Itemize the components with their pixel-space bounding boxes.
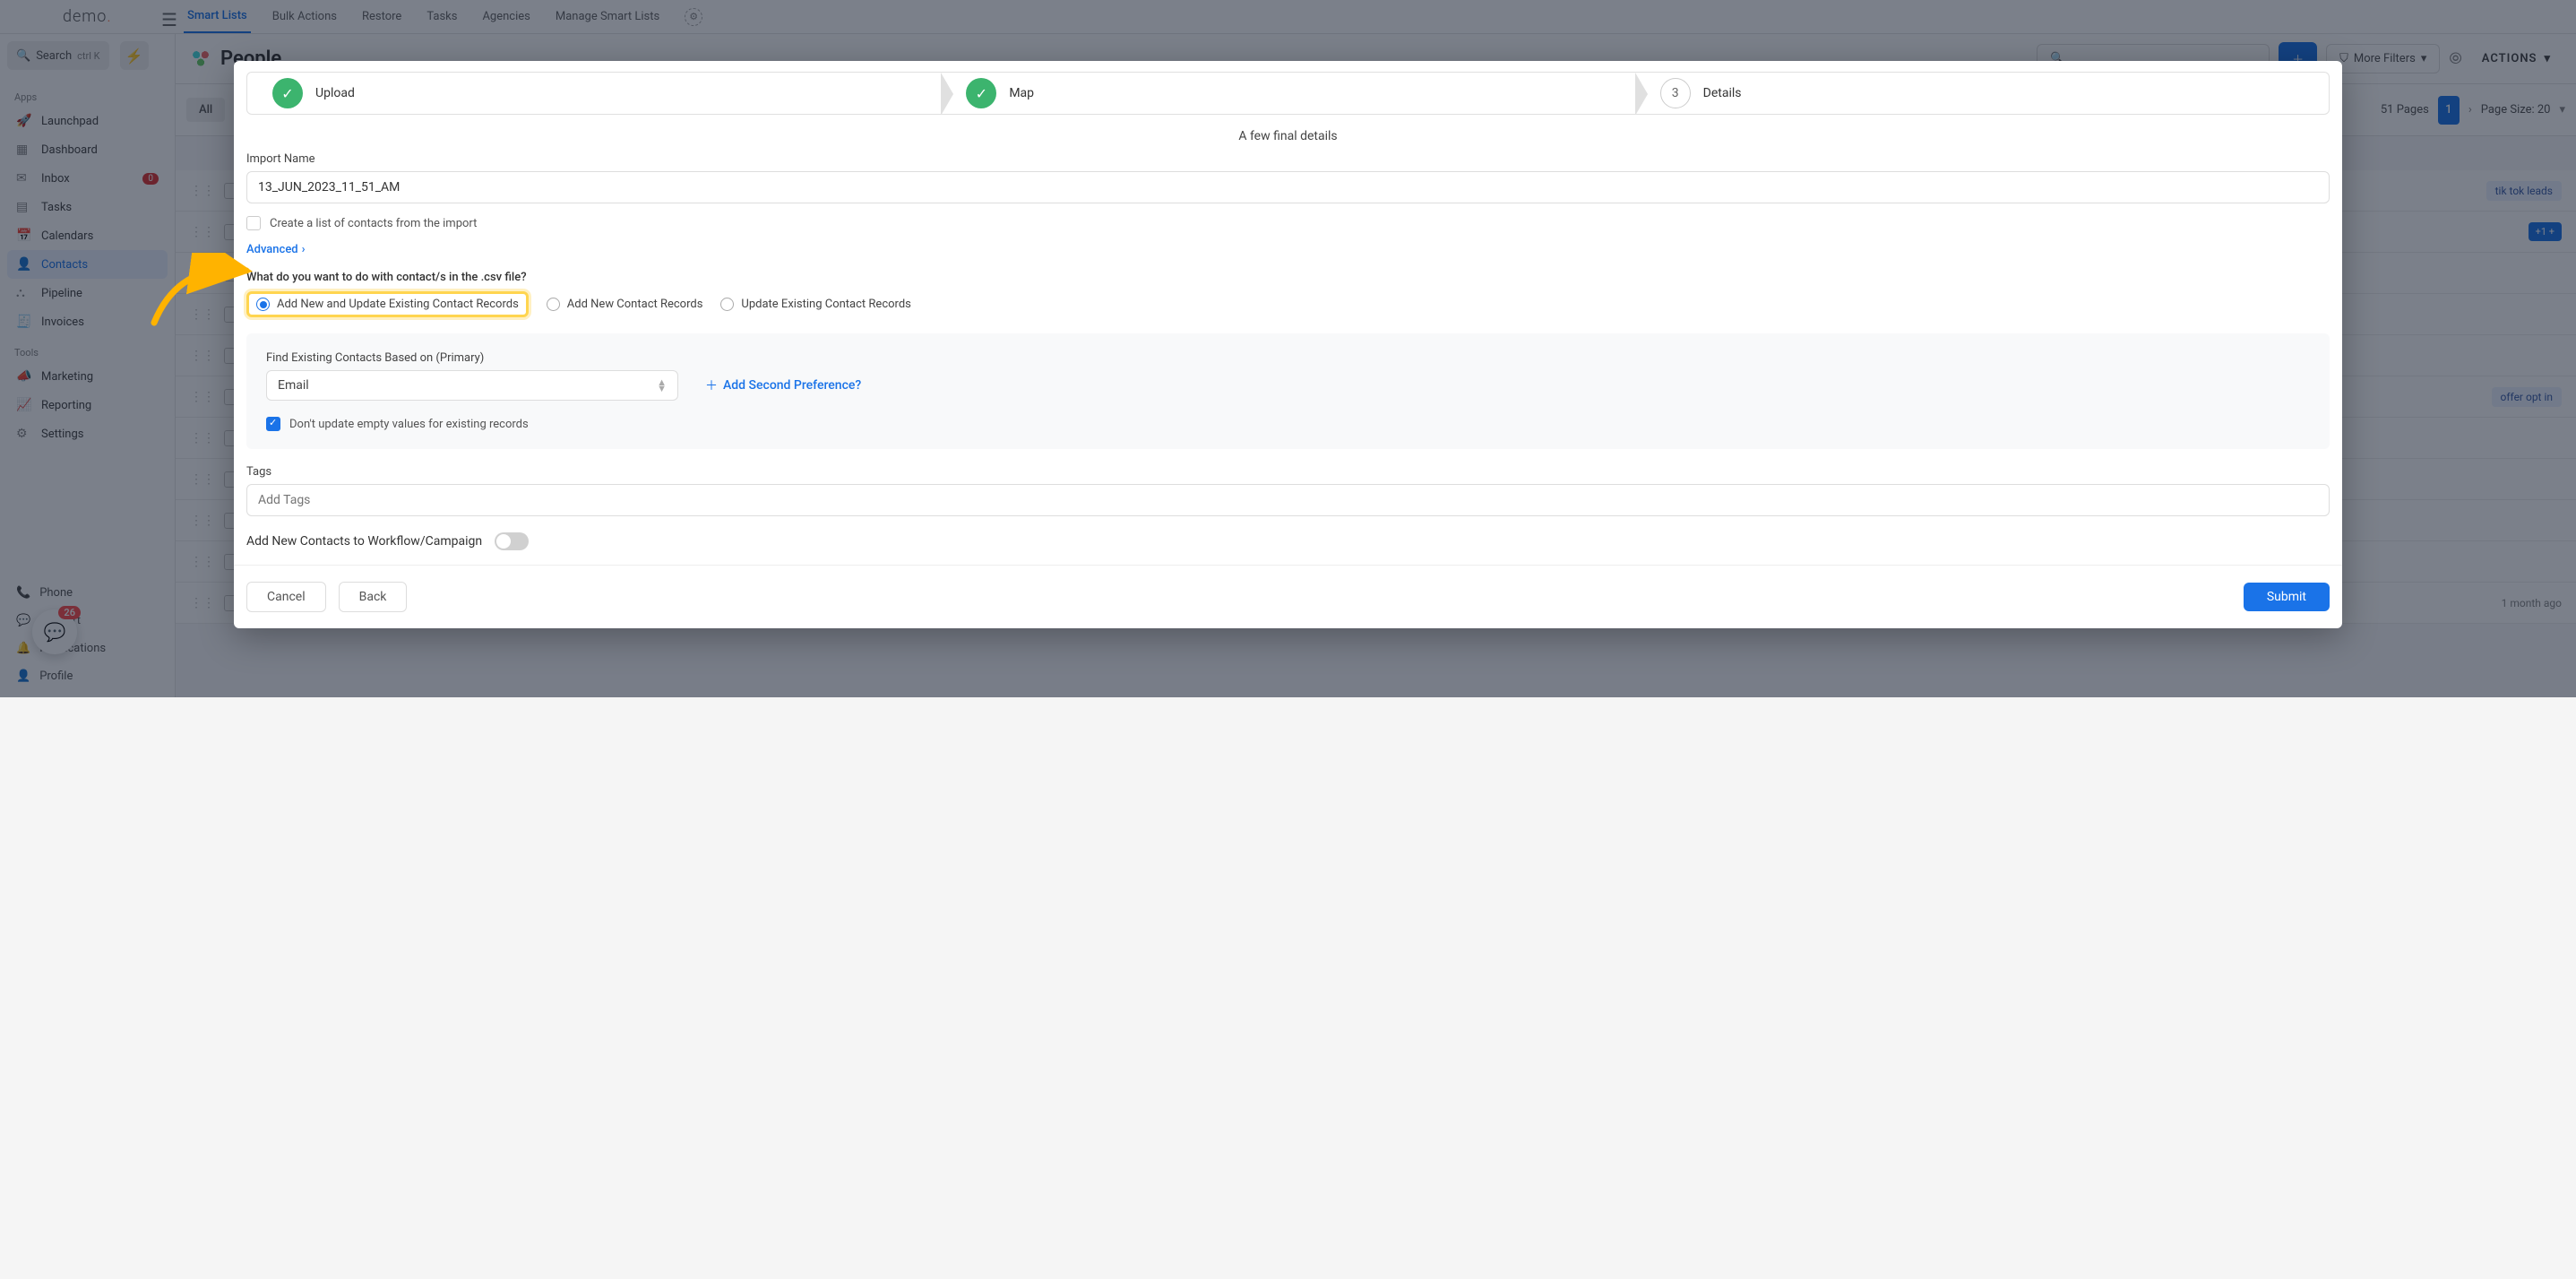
import-name-input[interactable]	[246, 171, 2330, 203]
question-label: What do you want to do with contact/s in…	[246, 271, 2330, 284]
check-icon: ✓	[966, 78, 996, 108]
radio-label: Update Existing Contact Records	[741, 298, 910, 311]
checkbox-icon[interactable]	[266, 417, 280, 431]
modal-subtitle: A few final details	[246, 129, 2330, 143]
checkbox-icon[interactable]	[246, 216, 261, 230]
radio-update-existing[interactable]: Update Existing Contact Records	[720, 298, 910, 311]
back-button[interactable]: Back	[339, 582, 408, 612]
modal-footer: Cancel Back Submit	[234, 565, 2342, 628]
select-value: Email	[278, 378, 309, 393]
radio-icon[interactable]	[256, 298, 270, 311]
advanced-toggle[interactable]: Advanced ›	[246, 243, 2330, 256]
updown-icon: ▲▼	[657, 379, 667, 392]
plus-icon: ＋	[705, 376, 718, 394]
step-details: 3 Details	[1635, 73, 2329, 114]
tags-label: Tags	[246, 465, 2330, 479]
dont-update-label: Don't update empty values for existing r…	[289, 418, 529, 431]
workflow-toggle-row: Add New Contacts to Workflow/Campaign	[246, 532, 2330, 550]
tags-input[interactable]	[246, 484, 2330, 516]
find-existing-panel: Find Existing Contacts Based on (Primary…	[246, 333, 2330, 449]
step-number: 3	[1660, 78, 1691, 108]
radio-label: Add New and Update Existing Contact Reco…	[277, 298, 519, 311]
primary-field-select[interactable]: Email ▲▼	[266, 370, 678, 401]
create-list-checkbox-row[interactable]: Create a list of contacts from the impor…	[246, 216, 2330, 230]
radio-icon[interactable]	[547, 298, 560, 311]
dont-update-checkbox-row[interactable]: Don't update empty values for existing r…	[266, 417, 2310, 431]
advanced-label: Advanced	[246, 243, 298, 256]
radio-label: Add New Contact Records	[567, 298, 703, 311]
submit-button[interactable]: Submit	[2244, 583, 2330, 611]
radio-group: Add New and Update Existing Contact Reco…	[246, 291, 2330, 317]
step-label: Upload	[315, 86, 355, 100]
check-icon: ✓	[272, 78, 303, 108]
stepper: ✓ Upload ✓ Map 3 Details	[246, 72, 2330, 115]
chevron-right-icon: ›	[302, 243, 306, 256]
step-map: ✓ Map	[941, 73, 1634, 114]
add-pref-label: Add Second Preference?	[723, 378, 861, 393]
radio-icon[interactable]	[720, 298, 734, 311]
radio-add-new[interactable]: Add New Contact Records	[547, 298, 703, 311]
step-label: Details	[1703, 86, 1742, 100]
cancel-button[interactable]: Cancel	[246, 582, 326, 612]
radio-add-and-update[interactable]: Add New and Update Existing Contact Reco…	[256, 298, 519, 311]
step-label: Map	[1009, 86, 1034, 100]
find-existing-label: Find Existing Contacts Based on (Primary…	[266, 351, 2310, 365]
import-name-label: Import Name	[246, 152, 2330, 166]
step-upload: ✓ Upload	[247, 73, 941, 114]
workflow-label: Add New Contacts to Workflow/Campaign	[246, 534, 482, 549]
workflow-toggle[interactable]	[495, 532, 529, 550]
add-second-preference-link[interactable]: ＋ Add Second Preference?	[705, 376, 861, 394]
import-modal: ✓ Upload ✓ Map 3 Details A few final det…	[234, 61, 2342, 628]
create-list-label: Create a list of contacts from the impor…	[270, 217, 477, 230]
